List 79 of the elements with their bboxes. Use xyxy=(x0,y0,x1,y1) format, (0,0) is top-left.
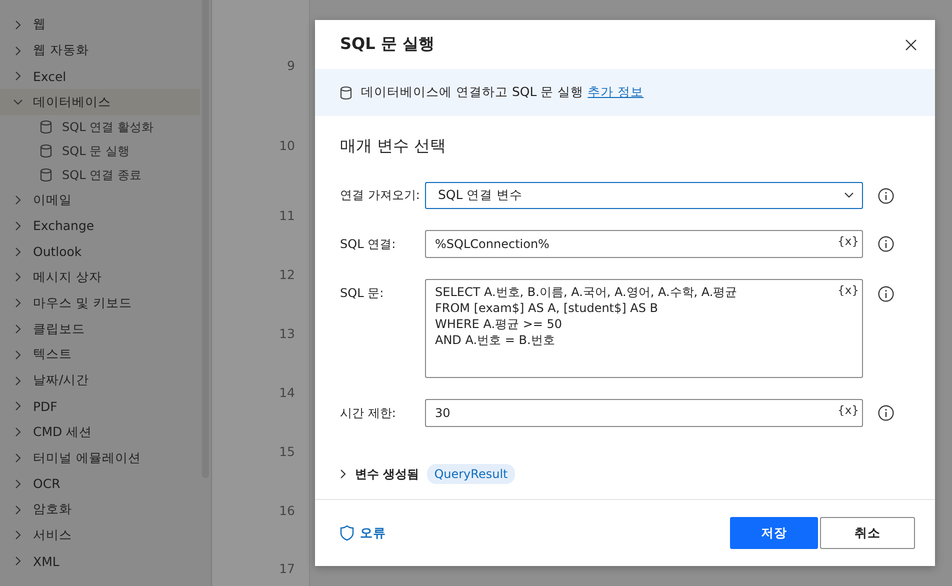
database-icon xyxy=(40,144,52,158)
error-link[interactable]: 오류 xyxy=(340,524,386,542)
chevron-right-icon xyxy=(340,468,347,478)
chevron-right-icon xyxy=(14,298,22,308)
chevron-right-icon xyxy=(14,401,22,412)
sidebar-item[interactable]: CMD 세션 xyxy=(0,419,200,446)
line-number: 10 xyxy=(278,138,296,152)
line-number: 17 xyxy=(278,561,296,576)
shield-icon xyxy=(340,525,354,541)
dialog-title: SQL 문 실행 xyxy=(340,34,434,55)
sidebar-item[interactable]: 날짜/시간 xyxy=(0,368,200,394)
sidebar-item[interactable]: 텍스트 xyxy=(0,342,200,368)
sidebar-item[interactable]: 데이터베이스 xyxy=(0,89,200,116)
sidebar-item[interactable]: 암호화 xyxy=(0,496,200,523)
line-number: 16 xyxy=(278,502,296,518)
dropdown[interactable]: SQL 연결 변수 xyxy=(425,182,863,209)
variable-button[interactable]: {x} xyxy=(838,234,859,248)
variable-button[interactable]: {x} xyxy=(838,283,859,297)
cancel-button[interactable]: 취소 xyxy=(820,517,915,549)
line-number: 9 xyxy=(286,58,296,73)
sidebar-subitem[interactable]: SQL 연결 종료 xyxy=(0,163,200,188)
chevron-right-icon xyxy=(14,453,22,464)
field-label: SQL 문: xyxy=(340,285,385,302)
sidebar-item[interactable]: 터미널 에뮬레이션 xyxy=(0,445,200,471)
chevron-right-icon xyxy=(14,427,22,438)
chevron-right-icon xyxy=(14,220,22,231)
sidebar-item[interactable]: 클립보드 xyxy=(0,316,200,342)
database-icon xyxy=(40,120,52,134)
chevron-right-icon xyxy=(14,376,22,386)
field-label: SQL 연결: xyxy=(340,236,397,252)
variables-label[interactable]: 변수 생성됨 xyxy=(355,466,420,482)
section-title: 매개 변수 선택 xyxy=(339,135,448,157)
field-label: 시간 제한: xyxy=(340,404,397,422)
database-icon xyxy=(40,168,52,182)
sidebar-item[interactable]: Excel xyxy=(0,64,200,90)
sidebar-subitem[interactable]: SQL 연결 활성화 xyxy=(0,115,200,140)
line-number: 11 xyxy=(278,208,296,223)
info-icon[interactable] xyxy=(878,236,894,252)
sidebar-item[interactable]: 웹 xyxy=(0,12,200,38)
chevron-right-icon xyxy=(14,272,22,282)
chevron-right-icon xyxy=(14,556,22,566)
chevron-right-icon xyxy=(14,71,22,82)
sidebar-subitem[interactable]: SQL 문 실행 xyxy=(0,139,200,164)
chevron-right-icon xyxy=(14,324,22,334)
sidebar-item[interactable]: 서비스 xyxy=(0,522,200,548)
info-icon[interactable] xyxy=(878,405,894,421)
chevron-right-icon xyxy=(14,246,22,257)
chevron-right-icon xyxy=(14,195,22,206)
info-icon[interactable] xyxy=(878,188,894,204)
banner-text: 데이터베이스에 연결하고 SQL 문 실행 추가 정보 xyxy=(361,84,644,101)
sidebar-item[interactable]: 이메일 xyxy=(0,187,200,213)
sidebar-item[interactable]: XML xyxy=(0,548,200,574)
more-info-link[interactable]: 추가 정보 xyxy=(588,84,644,99)
chevron-right-icon xyxy=(14,20,22,30)
line-number: 13 xyxy=(278,326,296,341)
close-icon[interactable] xyxy=(905,38,917,50)
database-icon xyxy=(340,86,352,100)
sidebar-item[interactable]: 웹 자동화 xyxy=(0,38,200,64)
save-button[interactable]: 저장 xyxy=(730,517,818,549)
line-number: 14 xyxy=(278,385,296,400)
variable-button[interactable]: {x} xyxy=(838,403,859,417)
line-number: 12 xyxy=(278,267,296,282)
field-label: 연결 가져오기: xyxy=(340,187,421,204)
sidebar-item[interactable]: Exchange xyxy=(0,212,200,239)
sidebar-item[interactable]: Outlook xyxy=(0,238,200,265)
sidebar-item[interactable]: 메시지 상자 xyxy=(0,264,200,290)
chevron-right-icon xyxy=(14,504,22,515)
chevron-down-icon xyxy=(13,98,23,106)
chevron-right-icon xyxy=(14,478,22,489)
variable-tag[interactable]: QueryResult xyxy=(427,464,515,484)
chevron-right-icon xyxy=(14,530,22,540)
chevron-right-icon xyxy=(14,46,22,56)
sidebar-item[interactable]: OCR xyxy=(0,470,200,497)
chevron-down-icon xyxy=(844,192,854,199)
chevron-right-icon xyxy=(14,350,22,360)
line-number: 15 xyxy=(278,444,296,459)
sidebar-item[interactable]: PDF xyxy=(0,394,200,420)
info-icon[interactable] xyxy=(878,286,894,302)
sidebar-item[interactable]: 마우스 및 키보드 xyxy=(0,290,200,316)
